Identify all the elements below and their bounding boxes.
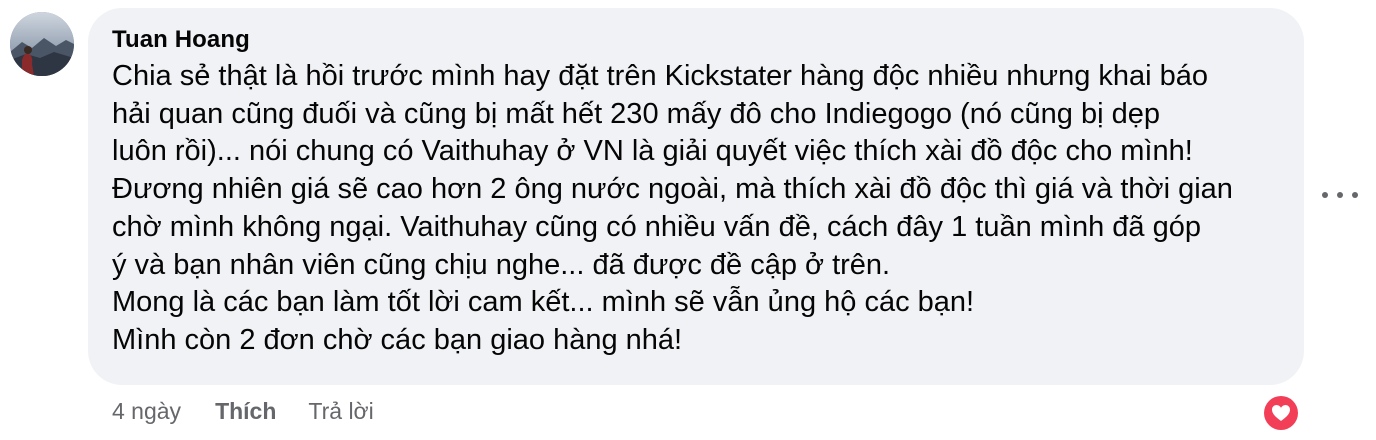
heart-reaction-icon xyxy=(1264,396,1298,430)
comment-line: ý và bạn nhân viên cũng chịu nghe... đã … xyxy=(112,248,891,281)
comment-actions: 4 ngày Thích Trả lời xyxy=(112,398,374,425)
author-name[interactable]: Tuan Hoang xyxy=(112,26,250,54)
like-button[interactable]: Thích xyxy=(215,398,276,425)
comment-line: hải quan cũng đuối và cũng bị mất hết 23… xyxy=(112,97,1160,130)
comment-line: Đương nhiên giá sẽ cao hơn 2 ông nước ng… xyxy=(112,173,1233,206)
reaction-badge[interactable] xyxy=(1262,394,1300,432)
dot xyxy=(1322,192,1328,198)
avatar[interactable] xyxy=(10,12,74,76)
avatar-image xyxy=(10,12,74,76)
comment-line: luôn rồi)... nói chung có Vaithuhay ở VN… xyxy=(112,135,1193,168)
timestamp-link[interactable]: 4 ngày xyxy=(112,398,181,425)
comment-line: Chia sẻ thật là hồi trước mình hay đặt t… xyxy=(112,60,1209,92)
more-horizontal-icon[interactable] xyxy=(1322,180,1358,210)
comment-text: Chia sẻ thật là hồi trước mình hay đặt t… xyxy=(112,58,1282,360)
heart-icon xyxy=(1272,405,1290,421)
dot xyxy=(1352,192,1358,198)
comment-line: Mong là các bạn làm tốt lời cam kết... m… xyxy=(112,286,975,319)
comment-line: chờ mình không ngại. Vaithuhay cũng có n… xyxy=(112,210,1202,243)
comment: Tuan Hoang Chia sẻ thật là hồi trước mìn… xyxy=(0,0,1376,440)
comment-bubble: Tuan Hoang Chia sẻ thật là hồi trước mìn… xyxy=(88,8,1304,385)
dot xyxy=(1337,192,1343,198)
reply-button[interactable]: Trả lời xyxy=(308,398,373,425)
comment-line: Mình còn 2 đơn chờ các bạn giao hàng nhá… xyxy=(112,323,683,356)
